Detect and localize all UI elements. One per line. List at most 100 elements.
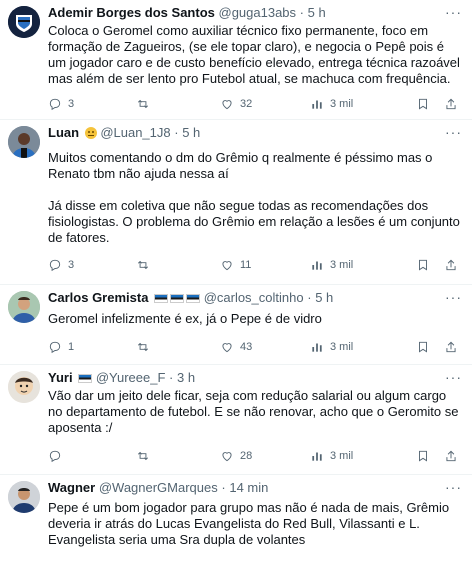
like-count: 11 xyxy=(240,259,252,271)
bookmark-button[interactable] xyxy=(416,339,430,355)
more-icon[interactable]: ··· xyxy=(445,4,462,20)
avatar[interactable] xyxy=(8,481,40,513)
avatar[interactable] xyxy=(8,371,40,403)
display-name[interactable]: Yuri xyxy=(48,370,73,385)
like-icon xyxy=(222,100,232,110)
share-icon xyxy=(446,259,456,271)
views-icon xyxy=(312,343,322,352)
tweet-text: Coloca o Geromel como auxiliar técnico f… xyxy=(48,23,464,87)
person-icon xyxy=(8,126,40,158)
reply-icon xyxy=(49,98,61,111)
views-button[interactable]: 3 mil xyxy=(310,257,353,273)
share-button[interactable] xyxy=(444,257,458,273)
retweet-button[interactable] xyxy=(136,257,156,273)
handle[interactable]: @Yureee_F xyxy=(96,370,166,385)
retweet-icon xyxy=(138,342,148,352)
like-button[interactable]: 11 xyxy=(220,257,251,273)
reply-button[interactable]: 3 xyxy=(48,257,74,273)
tweet-paragraph: Pepe é um bom jogador para grupo mas não… xyxy=(48,500,450,547)
views-count: 3 mil xyxy=(330,450,354,462)
more-icon[interactable]: ··· xyxy=(445,479,462,495)
bookmark-button[interactable] xyxy=(416,257,430,273)
like-icon xyxy=(222,452,232,462)
avatar[interactable] xyxy=(8,6,40,38)
display-name[interactable]: Ademir Borges dos Santos xyxy=(48,5,215,20)
separator-dot: · xyxy=(169,370,174,385)
tweet[interactable]: Wagner @WagnerGMarques · 14 min ··· Pepe… xyxy=(0,475,472,563)
views-count: 3 mil xyxy=(330,98,354,110)
bookmark-button[interactable] xyxy=(416,96,430,112)
avatar[interactable] xyxy=(8,126,40,158)
action-bar: 3 32 3 mil xyxy=(48,96,458,112)
tweet[interactable]: Luan @Luan_1J8 · 5 h ··· Muitos comentan… xyxy=(0,120,472,285)
retweet-button[interactable] xyxy=(136,96,156,112)
more-icon[interactable]: ··· xyxy=(445,369,462,385)
handle[interactable]: @carlos_coltinho xyxy=(204,290,304,305)
reply-count: 1 xyxy=(68,341,75,353)
display-name[interactable]: Carlos Gremista xyxy=(48,290,148,305)
reply-icon xyxy=(49,450,61,463)
views-count: 3 mil xyxy=(330,341,354,353)
like-button[interactable]: 43 xyxy=(220,339,252,355)
avatar[interactable] xyxy=(8,291,40,323)
tweet-header: Wagner @WagnerGMarques · 14 min xyxy=(48,480,464,496)
reply-icon xyxy=(49,259,61,272)
views-button[interactable]: 3 mil xyxy=(310,339,353,355)
like-count: 43 xyxy=(240,341,253,353)
handle[interactable]: @Luan_1J8 xyxy=(100,125,170,140)
views-button[interactable]: 3 mil xyxy=(310,96,353,112)
timestamp[interactable]: 5 h xyxy=(315,290,333,305)
tweet-header: Carlos Gremista @carlos_coltinho · 5 h xyxy=(48,290,464,306)
share-button[interactable] xyxy=(444,448,458,464)
timestamp[interactable]: 14 min xyxy=(229,480,268,495)
bookmark-icon xyxy=(419,450,427,462)
tweet[interactable]: Yuri @Yureee_F · 3 h ··· Vão dar um jeit… xyxy=(0,365,472,475)
more-icon[interactable]: ··· xyxy=(445,289,462,305)
timestamp[interactable]: 5 h xyxy=(308,5,326,20)
person-icon xyxy=(8,481,40,513)
share-icon xyxy=(446,341,456,353)
handle[interactable]: @guga13abs xyxy=(219,5,297,20)
reply-button[interactable] xyxy=(48,448,68,464)
tweet[interactable]: Carlos Gremista @carlos_coltinho · 5 h ·… xyxy=(0,285,472,365)
like-icon xyxy=(222,343,232,353)
cartoon-face-icon xyxy=(8,371,40,403)
timestamp[interactable]: 3 h xyxy=(177,370,195,385)
person-icon xyxy=(8,291,40,323)
reply-button[interactable]: 1 xyxy=(48,339,74,355)
bookmark-icon xyxy=(419,341,427,353)
handle[interactable]: @WagnerGMarques xyxy=(99,480,218,495)
like-button[interactable]: 32 xyxy=(220,96,252,112)
separator-dot: · xyxy=(307,290,312,305)
tweet-header: Yuri @Yureee_F · 3 h xyxy=(48,370,464,386)
retweet-button[interactable] xyxy=(136,339,156,355)
display-name[interactable]: Luan xyxy=(48,125,79,140)
display-name[interactable]: Wagner xyxy=(48,480,95,495)
tweet[interactable]: Ademir Borges dos Santos @guga13abs · 5 … xyxy=(0,0,472,120)
separator-dot: · xyxy=(299,5,305,20)
tweet-paragraph: Muitos comentando o dm do Grêmio q realm… xyxy=(48,150,433,181)
share-button[interactable] xyxy=(444,96,458,112)
tweet-text: Vão dar um jeito dele ficar, seja com re… xyxy=(48,388,464,436)
gremio-crest-icon xyxy=(8,6,40,38)
bookmark-button[interactable] xyxy=(416,448,430,464)
retweet-button[interactable] xyxy=(136,448,156,464)
views-button[interactable]: 3 mil xyxy=(310,448,353,464)
tweet-header: Luan @Luan_1J8 · 5 h xyxy=(48,125,464,141)
separator-dot: · xyxy=(221,480,226,495)
gremio-flag-icon xyxy=(186,294,201,303)
like-icon xyxy=(222,261,232,271)
tweet-text: Pepe é um bom jogador para grupo mas não… xyxy=(48,500,464,548)
reply-count: 3 xyxy=(68,98,75,110)
timestamp[interactable]: 5 h xyxy=(182,125,200,140)
action-bar: 1 43 3 mil xyxy=(48,339,458,355)
gremio-flag-icon xyxy=(170,294,185,303)
views-count: 3 mil xyxy=(330,259,354,271)
like-button[interactable]: 28 xyxy=(220,448,252,464)
action-bar: 28 3 mil xyxy=(48,448,458,464)
more-icon[interactable]: ··· xyxy=(445,124,462,140)
reply-button[interactable]: 3 xyxy=(48,96,74,112)
retweet-icon xyxy=(138,451,148,461)
tweet-text: Muitos comentando o dm do Grêmio q realm… xyxy=(48,150,464,246)
share-button[interactable] xyxy=(444,339,458,355)
